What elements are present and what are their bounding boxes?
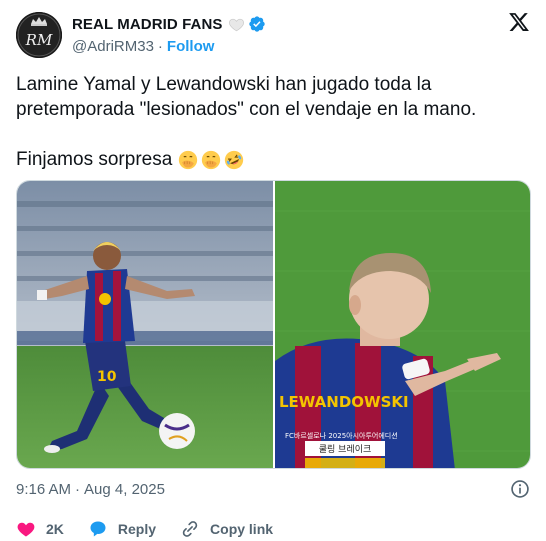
heart-icon — [17, 522, 35, 537]
face-with-hand-over-mouth-icon — [179, 150, 198, 169]
separator-dot: · — [75, 480, 81, 498]
link-icon — [182, 521, 198, 537]
like-count: 2K — [46, 521, 64, 537]
follow-button[interactable]: Follow — [167, 38, 215, 55]
tweet-card: RM REAL MADRID FANS @AdriRM33 · Follow L… — [0, 0, 546, 541]
tweet-actions: 2K Reply Copy link — [16, 517, 297, 541]
avatar-image: RM — [16, 12, 62, 58]
copy-link-label: Copy link — [210, 521, 274, 537]
tweet-media[interactable]: 10 LEWANDOWSKI FC바르셀로나 2025아시아투어에디션 쿨링 브… — [16, 180, 531, 469]
jersey-number-10: 10 — [97, 369, 117, 385]
separator-dot: · — [157, 37, 163, 55]
tweet-date: Aug 4, 2025 — [84, 480, 165, 498]
tweet-time: 9:16 AM — [16, 480, 72, 498]
avatar[interactable]: RM — [16, 12, 62, 58]
rolling-on-floor-laughing-icon — [225, 150, 244, 169]
tweet-timestamp[interactable]: 9:16 AM · Aug 4, 2025 — [16, 479, 165, 499]
x-logo-icon[interactable] — [508, 11, 530, 33]
face-with-hand-over-mouth-icon — [202, 150, 221, 169]
tweet-text-line-1: Lamine Yamal y Lewandowski han jugado to… — [16, 74, 432, 95]
tweet-text-line-3-label: Finjamos sorpresa — [16, 149, 173, 170]
photo-lamine-yamal[interactable]: 10 — [17, 181, 273, 468]
like-button[interactable]: 2K — [16, 519, 64, 539]
author-handle[interactable]: @AdriRM33 — [72, 38, 154, 55]
tweet-text: Lamine Yamal y Lewandowski han jugado to… — [16, 72, 530, 172]
author-handle-row: @AdriRM33 · Follow — [72, 37, 214, 55]
author-name[interactable]: REAL MADRID FANS — [72, 16, 223, 33]
verified-badge-icon — [248, 16, 265, 32]
photo-lewandowski[interactable]: LEWANDOWSKI FC바르셀로나 2025아시아투어에디션 쿨링 브레이크 — [275, 181, 530, 468]
avatar-monogram: RM — [25, 31, 53, 49]
reply-bubble-icon — [90, 521, 106, 537]
white-heart-icon — [228, 18, 244, 31]
reply-button[interactable]: Reply — [88, 519, 156, 539]
jersey-name-lewandowski: LEWANDOWSKI — [279, 393, 409, 411]
tweet-text-line-3: Finjamos sorpresa — [16, 147, 530, 172]
info-icon[interactable] — [510, 479, 530, 499]
reply-label: Reply — [117, 521, 157, 537]
author-name-row: REAL MADRID FANS — [72, 14, 266, 34]
caption-top: FC바르셀로나 2025아시아투어에디션 — [285, 431, 398, 440]
caption-bottom: 쿨링 브레이크 — [319, 443, 372, 455]
copy-link-button[interactable]: Copy link — [180, 519, 273, 539]
tweet-text-line-2: pretemporada "lesionados" con el vendaje… — [16, 99, 477, 120]
